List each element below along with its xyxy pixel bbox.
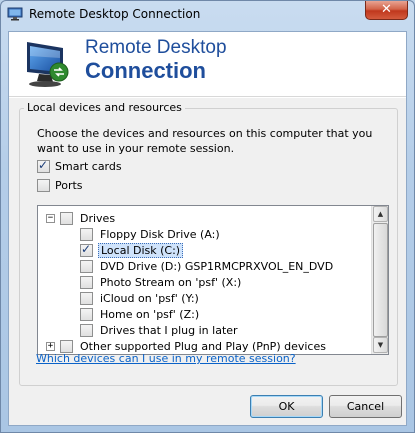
tree-item-home[interactable]: Home on 'psf' (Z:) xyxy=(80,306,201,322)
photo-stream-label: Photo Stream on 'psf' (X:) xyxy=(100,275,242,289)
floppy-label: Floppy Disk Drive (A:) xyxy=(100,227,220,241)
tree-item-later-drives[interactable]: Drives that I plug in later xyxy=(80,322,240,338)
cancel-button[interactable]: Cancel xyxy=(329,395,402,418)
scroll-thumb[interactable] xyxy=(373,223,388,337)
tree-item-floppy[interactable]: Floppy Disk Drive (A:) xyxy=(80,226,222,242)
drives-checkbox[interactable] xyxy=(60,211,73,225)
title-bar[interactable]: Remote Desktop Connection ✕ xyxy=(1,1,414,31)
group-title: Local devices and resources xyxy=(24,101,185,114)
scroll-up-button[interactable]: ▲ xyxy=(373,206,388,222)
ports-option[interactable]: Ports xyxy=(37,177,83,193)
banner-divider xyxy=(9,96,406,98)
later-drives-label: Drives that I plug in later xyxy=(100,323,238,337)
banner-title-line2: Connection xyxy=(85,58,206,83)
remote-desktop-logo-icon xyxy=(23,38,73,90)
tree-item-local-disk[interactable]: ✓ Local Disk (C:) xyxy=(80,241,184,258)
dvd-drive-checkbox[interactable] xyxy=(80,259,93,273)
expand-icon[interactable]: + xyxy=(46,341,55,351)
home-label: Home on 'psf' (Z:) xyxy=(100,307,200,321)
local-devices-group: Local devices and resources Choose the d… xyxy=(19,101,398,386)
smart-cards-option[interactable]: ✓ Smart cards xyxy=(37,158,122,174)
checkmark-icon: ✓ xyxy=(38,157,49,172)
dialog-client: Remote Desktop Connection Local devices … xyxy=(8,31,407,426)
dialog-footer: OK Cancel xyxy=(9,388,406,425)
drives-label: Drives xyxy=(80,211,116,225)
floppy-checkbox[interactable] xyxy=(80,227,93,241)
smart-cards-label: Smart cards xyxy=(55,159,122,173)
home-checkbox[interactable] xyxy=(80,307,93,321)
remote-desktop-icon xyxy=(7,7,23,21)
ok-button[interactable]: OK xyxy=(250,395,323,418)
banner: Remote Desktop Connection xyxy=(9,32,406,96)
tree-item-icloud[interactable]: iCloud on 'psf' (Y:) xyxy=(80,290,201,306)
close-icon: ✕ xyxy=(381,2,392,17)
close-button[interactable]: ✕ xyxy=(365,1,408,20)
ports-label: Ports xyxy=(55,178,83,192)
window-title: Remote Desktop Connection xyxy=(29,7,201,21)
local-disk-checkbox[interactable]: ✓ xyxy=(80,241,93,257)
tree-item-drives[interactable]: − Drives xyxy=(46,210,117,226)
local-disk-label: Local Disk (C:) xyxy=(98,242,184,258)
devices-help-link[interactable]: Which devices can I use in my remote ses… xyxy=(36,352,296,365)
smart-cards-checkbox[interactable]: ✓ xyxy=(37,157,50,173)
banner-title-line1: Remote Desktop xyxy=(85,37,227,58)
tree-item-dvd-drive[interactable]: DVD Drive (D:) GSP1RMCPRXVOL_EN_DVD xyxy=(80,258,335,274)
ports-checkbox[interactable] xyxy=(37,178,50,192)
rdc-window: Remote Desktop Connection ✕ Remote Deskt… xyxy=(0,0,415,433)
icloud-label: iCloud on 'psf' (Y:) xyxy=(100,291,199,305)
pnp-label: Other supported Plug and Play (PnP) devi… xyxy=(80,339,326,353)
tree-item-photo-stream[interactable]: Photo Stream on 'psf' (X:) xyxy=(80,274,243,290)
photo-stream-checkbox[interactable] xyxy=(80,275,93,289)
dvd-drive-label: DVD Drive (D:) GSP1RMCPRXVOL_EN_DVD xyxy=(100,259,334,273)
pnp-checkbox[interactable] xyxy=(60,339,73,353)
later-drives-checkbox[interactable] xyxy=(80,323,93,337)
icloud-checkbox[interactable] xyxy=(80,291,93,305)
scroll-up-icon: ▲ xyxy=(377,210,384,218)
devices-tree[interactable]: − Drives Floppy Disk Drive (A:) ✓ Local … xyxy=(37,205,389,355)
group-description: Choose the devices and resources on this… xyxy=(37,127,373,155)
collapse-icon[interactable]: − xyxy=(46,213,55,223)
scroll-down-icon: ▼ xyxy=(377,341,384,349)
vertical-scrollbar[interactable]: ▲ ▼ xyxy=(371,206,388,354)
checkmark-icon: ✓ xyxy=(81,241,92,256)
scroll-down-button[interactable]: ▼ xyxy=(373,337,388,353)
